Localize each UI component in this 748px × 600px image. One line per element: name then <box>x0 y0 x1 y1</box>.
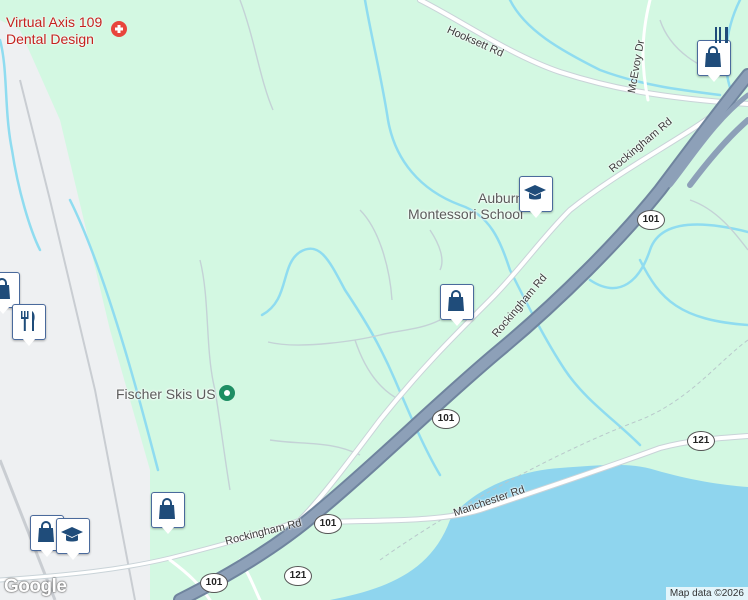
graduation-cap-icon <box>61 527 83 542</box>
route-101-shield: 101 <box>432 409 460 429</box>
school-marker[interactable] <box>56 518 90 562</box>
auburn-montessori-label[interactable]: Auburn Montessori School <box>408 190 523 222</box>
dental-design-label[interactable]: Virtual Axis 109 Dental Design <box>6 14 102 48</box>
shopping-marker[interactable] <box>697 40 731 84</box>
map-attribution[interactable]: Map data ©2026 <box>665 587 748 600</box>
shopping-bag-icon <box>0 278 10 299</box>
place-pin-icon[interactable] <box>218 384 236 402</box>
route-101-shield: 101 <box>637 210 665 230</box>
route-101-shield: 101 <box>200 573 228 593</box>
fischer-skis-label[interactable]: Fischer Skis US <box>116 386 216 402</box>
shopping-bag-icon <box>448 290 464 311</box>
shopping-bag-icon <box>705 46 721 67</box>
fork-knife-icon <box>21 311 35 331</box>
lake <box>330 464 748 600</box>
shopping-marker[interactable] <box>151 492 185 536</box>
school-marker[interactable] <box>519 176 553 220</box>
route-101-shield: 101 <box>314 514 342 534</box>
google-logo[interactable]: Google <box>4 576 67 598</box>
map-view[interactable]: Virtual Axis 109 Dental Design Auburn Mo… <box>0 0 748 600</box>
medical-pin-icon[interactable] <box>110 20 128 38</box>
route-121-shield: 121 <box>284 566 312 586</box>
graduation-cap-icon <box>524 185 546 200</box>
restaurant-marker[interactable] <box>12 304 46 348</box>
shopping-bag-icon <box>38 521 54 542</box>
restaurant-marker[interactable] <box>710 25 736 45</box>
trails <box>199 0 748 491</box>
fork-knife-icon <box>715 27 728 43</box>
route-121-shield: 121 <box>687 431 715 451</box>
shopping-marker[interactable] <box>440 284 474 328</box>
shopping-bag-icon <box>159 498 175 519</box>
